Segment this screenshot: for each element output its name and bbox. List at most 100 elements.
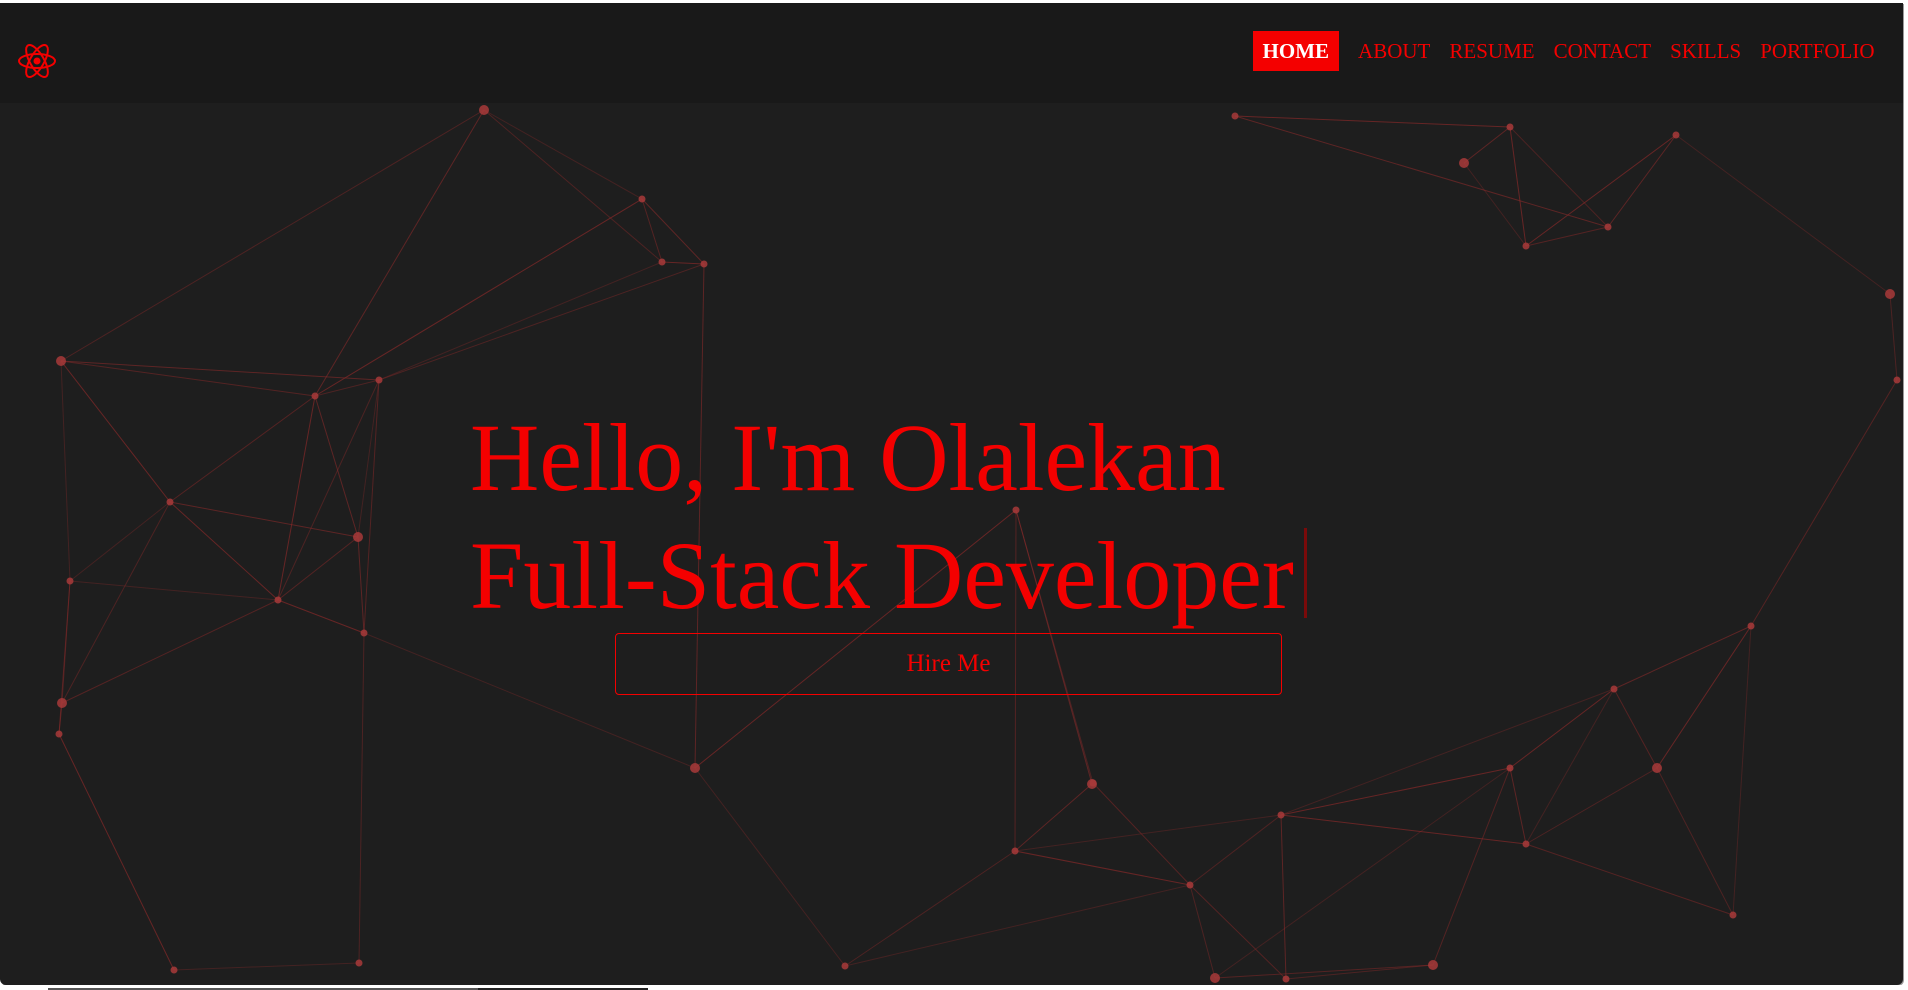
network-node [841,962,849,970]
network-node [355,959,363,967]
nav-item-portfolio[interactable]: PORTFOLIO [1751,31,1884,71]
network-line [1189,884,1216,979]
network-node [1277,811,1285,819]
nav-item-about[interactable]: ABOUT [1349,31,1440,71]
network-line [1750,379,1898,627]
network-line [1463,126,1511,164]
network-node [658,258,666,266]
network-node [55,730,63,738]
network-line [1014,782,1094,852]
network-line [1509,688,1615,769]
network-line [1189,884,1287,980]
network-line [844,884,1191,967]
network-node [1747,622,1755,630]
network-line [641,198,663,263]
nav-item-home[interactable]: HOME [1253,31,1339,71]
network-line [1732,625,1752,916]
network-line [1509,767,1527,845]
window-bottom-edge [0,985,1908,990]
network-node [1522,242,1530,250]
network-line [169,501,359,538]
network-line [1280,767,1511,816]
network-node [274,596,282,604]
network-node [1652,763,1662,773]
network-line [169,395,316,503]
network-line [1525,688,1615,845]
network-node [360,629,368,637]
network-line [1234,115,1609,228]
network-line [173,962,360,971]
network-node [1210,973,1220,983]
network-line [1525,767,1658,845]
network-node [1672,131,1680,139]
network-node [1428,960,1438,970]
network-line [277,536,359,601]
network-line [844,850,1016,967]
network-line [1613,688,1658,769]
network-node [479,105,489,115]
network-line [60,360,380,381]
network-line [1234,115,1511,128]
network-line [1214,964,1434,979]
network-line [60,360,316,397]
network-line [1280,814,1287,980]
network-line [1214,767,1511,979]
network-line [1432,767,1511,966]
network-node [700,260,708,268]
network-line [61,599,279,704]
nav-item-skills[interactable]: SKILLS [1661,31,1751,71]
network-node [166,498,174,506]
typing-cursor [1303,528,1307,618]
hero-role: Full-Stack Developer [470,522,1294,629]
network-line [60,109,485,362]
network-node [1459,158,1469,168]
network-line [483,109,663,263]
network-line [314,198,643,397]
network-node [1011,847,1019,855]
network-line [1889,293,1898,381]
hero-role-line: Full-Stack Developer [470,517,1307,635]
hero-section: Hello, I'm Olalekan Full-Stack Developer [470,399,1307,635]
network-line [483,109,643,200]
hire-me-button[interactable]: Hire Me [615,633,1282,695]
network-node [1231,112,1239,120]
browser-viewport: HOME ABOUT RESUME CONTACT SKILLS PORTFOL… [0,3,1903,985]
network-line [1525,134,1677,247]
network-line [694,767,846,967]
network-node [638,195,646,203]
network-line [60,360,171,503]
network-node [1885,289,1895,299]
network-line [661,261,705,265]
nav-item-resume[interactable]: RESUME [1440,31,1544,71]
network-line [58,580,71,735]
network-line [60,360,71,582]
network-line [1014,850,1191,886]
network-line [69,580,279,601]
network-line [314,379,380,397]
network-line [1280,688,1615,816]
network-node [1522,840,1530,848]
hero-greeting: Hello, I'm Olalekan [470,404,1226,511]
navbar: HOME ABOUT RESUME CONTACT SKILLS PORTFOL… [0,3,1903,103]
nav-item-contact[interactable]: CONTACT [1544,31,1660,71]
network-line [1607,134,1677,228]
network-node [311,392,319,400]
network-node [1604,223,1612,231]
network-node [1893,376,1901,384]
network-line [358,632,365,964]
network-line [1675,134,1891,295]
network-line [1280,814,1527,845]
network-node [1610,685,1618,693]
network-node [375,376,383,384]
network-node [170,966,178,974]
network-line [378,261,663,381]
network-line [363,379,380,634]
network-line [58,733,175,971]
network-node [1087,779,1097,789]
network-line [314,395,359,538]
network-node [57,698,67,708]
network-line [61,501,171,704]
network-node [690,763,700,773]
react-atom-icon[interactable] [17,41,57,81]
network-line [378,263,705,381]
